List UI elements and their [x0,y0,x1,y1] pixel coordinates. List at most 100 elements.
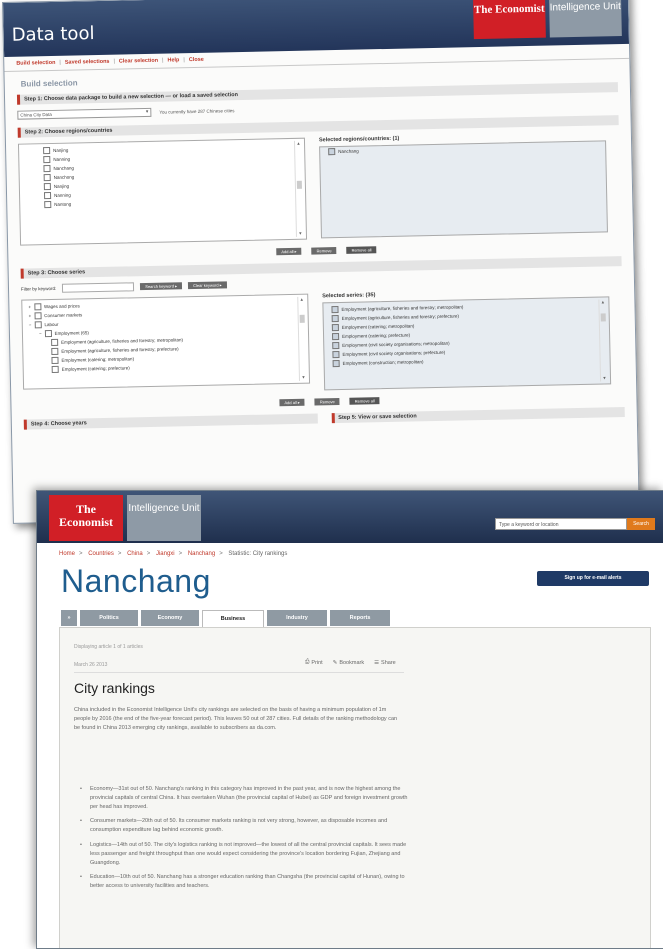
add-all-button[interactable]: Add all ▸ [276,247,302,256]
checkbox[interactable] [44,330,52,338]
city-page-window: The Economist Intelligence Unit Type a k… [36,490,663,949]
article-date: March 26 2013 [74,662,108,668]
menu-build-selection[interactable]: Build selection [16,60,55,67]
ranking-list: Economy—31st out of 50. Nanchang's ranki… [80,785,410,897]
scroll-down-icon[interactable]: ▾ [300,375,307,381]
data-package-select[interactable]: China City Data ▾ [17,107,152,120]
search-keyword-button[interactable]: Search keyword ▸ [140,282,183,291]
chevron-down-icon: ▾ [145,108,149,116]
step4-header: Step 4: Choose years [23,413,318,430]
checkbox[interactable] [328,148,336,156]
share-tool[interactable]: ☰ Share [374,659,396,666]
checkbox[interactable] [51,365,59,374]
remove-button[interactable]: Remove [311,247,337,255]
checkbox[interactable] [332,342,340,350]
checkbox[interactable] [43,156,51,164]
tab-industry[interactable]: Industry [267,610,327,626]
menu-clear-selection[interactable]: Clear selection [119,58,158,65]
scroll-down-icon[interactable]: ▾ [297,231,304,237]
checkbox[interactable] [43,165,51,173]
breadcrumb-countries[interactable]: Countries [88,551,114,557]
data-package-value: China City Data [20,111,52,118]
breadcrumb-current: Statistic: City rankings [228,551,288,557]
signup-alerts-button[interactable]: Sign up for e-mail alerts [537,571,649,586]
article-intro: China included in the Economist Intellig… [74,707,398,731]
scroll-thumb[interactable] [296,180,302,189]
remove-all-button[interactable]: Remove all [349,397,380,405]
selected-regions-box[interactable]: Nanchang [319,140,608,239]
series-tree[interactable]: + Wages and prices + Consumer markets − Lab… [21,293,311,390]
expand-icon[interactable]: + [28,302,31,311]
checkbox[interactable] [332,351,340,359]
breadcrumb-jiangxi[interactable]: Jiangxi [156,551,175,557]
article-heading: City rankings [74,680,155,696]
list-item: Economy—31st out of 50. Nanchang's ranki… [80,785,410,811]
region-list[interactable]: Nanjing Nanning Nanchang Nanchong Nanjin… [17,137,308,246]
section-tabs: » Politics Economy Business Industry Rep… [61,610,390,628]
selected-series-scrollbar[interactable]: ▴ ▾ [598,299,609,382]
selected-series-box[interactable]: Employment (agriculture, fisheries and f… [322,296,612,391]
menu-help[interactable]: Help [167,57,179,63]
collapse-icon[interactable]: − [29,320,32,329]
remove-all-button[interactable]: Remove all [346,246,377,254]
page-title: Nanchang [61,563,211,599]
article-panel: Displaying article 1 of 1 articles March… [59,627,651,948]
eiu-logo[interactable]: Intelligence Unit [127,495,201,541]
tab-home[interactable]: » [61,610,77,626]
expand-icon[interactable]: + [28,311,32,320]
checkbox[interactable] [51,338,59,347]
scroll-thumb[interactable] [600,313,606,322]
menu-saved-selections[interactable]: Saved selections [65,59,110,66]
eiu-logo[interactable]: Intelligence Unit [549,0,622,38]
add-all-button[interactable]: Add all ▸ [279,398,305,407]
bookmark-icon: ✎ [332,659,338,666]
checkbox[interactable] [51,356,59,365]
checkbox[interactable] [43,147,51,155]
tab-economy[interactable]: Economy [141,610,199,626]
tab-politics[interactable]: Politics [80,610,138,626]
tab-reports[interactable]: Reports [330,610,390,626]
menu-close[interactable]: Close [189,57,204,63]
collapse-icon[interactable]: − [39,329,42,338]
list-item[interactable]: Nanchang [320,141,605,156]
keyword-input[interactable] [62,282,135,293]
breadcrumb-china[interactable]: China [127,551,143,557]
scroll-up-icon[interactable]: ▴ [295,141,302,147]
checkbox[interactable] [43,192,52,200]
remove-button[interactable]: Remove [314,398,340,406]
scroll-up-icon[interactable]: ▴ [599,299,606,305]
checkbox[interactable] [331,306,339,314]
checkbox[interactable] [34,321,42,329]
checkbox[interactable] [332,360,340,368]
article-tools: ⎙ Print ✎ Bookmark ☰ Share [305,659,396,666]
breadcrumb-home[interactable]: Home [59,551,75,557]
print-tool[interactable]: ⎙ Print [305,659,323,666]
clear-keyword-button[interactable]: Clear keyword ▸ [187,281,227,290]
checkbox[interactable] [44,201,52,209]
data-package-note: You currently have 287 Chinese cities [159,108,235,115]
search-input[interactable]: Type a keyword or location [495,518,627,530]
search-button[interactable]: Search [627,518,655,530]
economist-logo[interactable]: The Economist [49,495,123,541]
breadcrumb-nanchang[interactable]: Nanchang [188,551,215,557]
breadcrumb: Home > Countries > China > Jiangxi > Nanchan… [59,551,288,557]
checkbox[interactable] [331,315,339,323]
print-icon: ⎙ [305,659,310,665]
data-tool-title: Data tool [11,23,95,46]
scroll-thumb[interactable] [299,314,305,323]
list-item: Consumer markets—20th out of 50. Its con… [80,817,410,835]
checkbox[interactable] [43,174,51,182]
scroll-up-icon[interactable]: ▴ [298,297,305,303]
checkbox[interactable] [34,312,42,320]
checkbox[interactable] [331,324,339,332]
checkbox[interactable] [51,347,59,356]
checkbox[interactable] [332,333,340,341]
economist-logo[interactable]: The Economist [473,0,546,40]
checkbox[interactable] [33,303,42,311]
article-count: Displaying article 1 of 1 articles [74,644,143,650]
scroll-down-icon[interactable]: ▾ [601,375,608,381]
bookmark-tool[interactable]: ✎ Bookmark [333,659,364,666]
tab-business[interactable]: Business [202,610,264,628]
share-icon: ☰ [374,659,380,666]
checkbox[interactable] [43,183,51,191]
